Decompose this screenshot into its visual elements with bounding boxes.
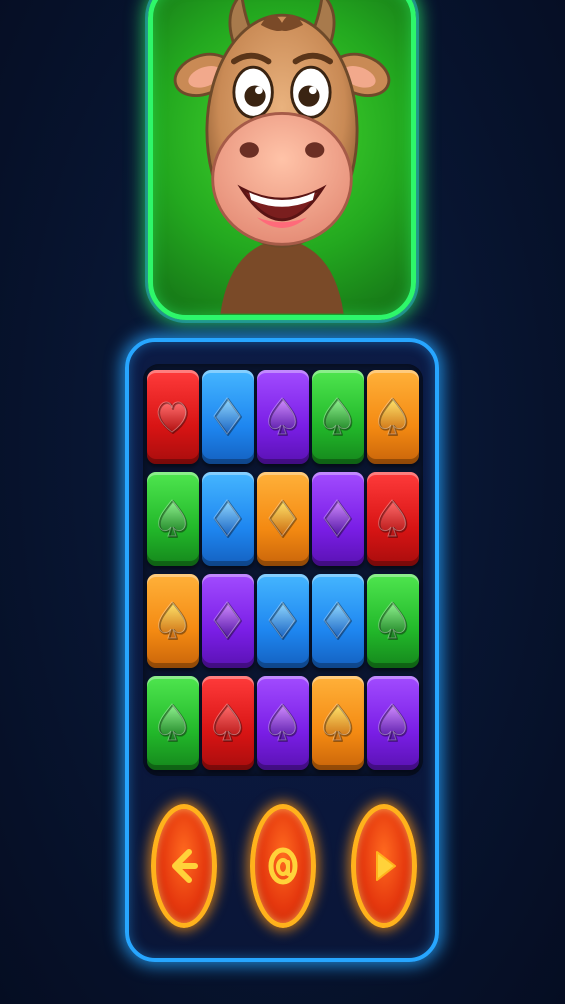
diamond-icon	[268, 499, 297, 538]
tile-purple-spade[interactable]	[257, 676, 309, 770]
spade-icon	[378, 601, 408, 640]
spade-icon	[378, 703, 408, 742]
character-portrait	[148, 0, 416, 320]
tile-red-spade[interactable]	[202, 676, 254, 770]
tile-red-heart[interactable]	[147, 370, 199, 464]
tile-purple-spade[interactable]	[257, 370, 309, 464]
back-button[interactable]	[151, 804, 217, 928]
diamond-icon	[213, 499, 242, 538]
diamond-icon	[323, 499, 352, 538]
arrow-left-icon	[172, 849, 198, 883]
tile-blue-diamond[interactable]	[312, 574, 364, 668]
tile-blue-diamond[interactable]	[257, 574, 309, 668]
tile-orange-diamond[interactable]	[257, 472, 309, 566]
game-screen	[0, 0, 565, 1004]
tile-purple-spade[interactable]	[367, 676, 419, 770]
spade-icon	[158, 703, 188, 742]
spade-icon	[213, 703, 243, 742]
next-button[interactable]	[351, 804, 417, 928]
spade-icon	[323, 703, 353, 742]
tile-orange-spade[interactable]	[312, 676, 364, 770]
spade-icon	[158, 601, 188, 640]
diamond-icon	[213, 601, 242, 640]
spade-icon	[268, 703, 298, 742]
control-bar	[143, 800, 423, 936]
spade-icon	[323, 397, 353, 436]
spade-icon	[268, 397, 298, 436]
spade-icon	[378, 397, 408, 436]
tile-green-spade[interactable]	[147, 676, 199, 770]
diamond-icon	[323, 601, 352, 640]
diamond-icon	[213, 397, 242, 436]
cow-character-image	[173, 0, 391, 314]
spade-icon	[378, 499, 408, 538]
tile-green-spade[interactable]	[312, 370, 364, 464]
tile-red-spade[interactable]	[367, 472, 419, 566]
tile-green-spade[interactable]	[147, 472, 199, 566]
game-board	[125, 338, 439, 962]
tile-green-spade[interactable]	[367, 574, 419, 668]
tile-purple-diamond[interactable]	[312, 472, 364, 566]
spade-icon	[158, 499, 188, 538]
heart-icon	[157, 401, 188, 434]
tile-grid-area	[143, 364, 423, 776]
tile-purple-diamond[interactable]	[202, 574, 254, 668]
at-sign-icon	[268, 847, 298, 885]
tile-blue-diamond[interactable]	[202, 370, 254, 464]
tile-orange-spade[interactable]	[367, 370, 419, 464]
tile-blue-diamond[interactable]	[202, 472, 254, 566]
diamond-icon	[268, 601, 297, 640]
tile-grid	[147, 370, 419, 770]
center-button[interactable]	[250, 804, 316, 928]
tile-orange-spade[interactable]	[147, 574, 199, 668]
play-icon	[376, 851, 396, 881]
